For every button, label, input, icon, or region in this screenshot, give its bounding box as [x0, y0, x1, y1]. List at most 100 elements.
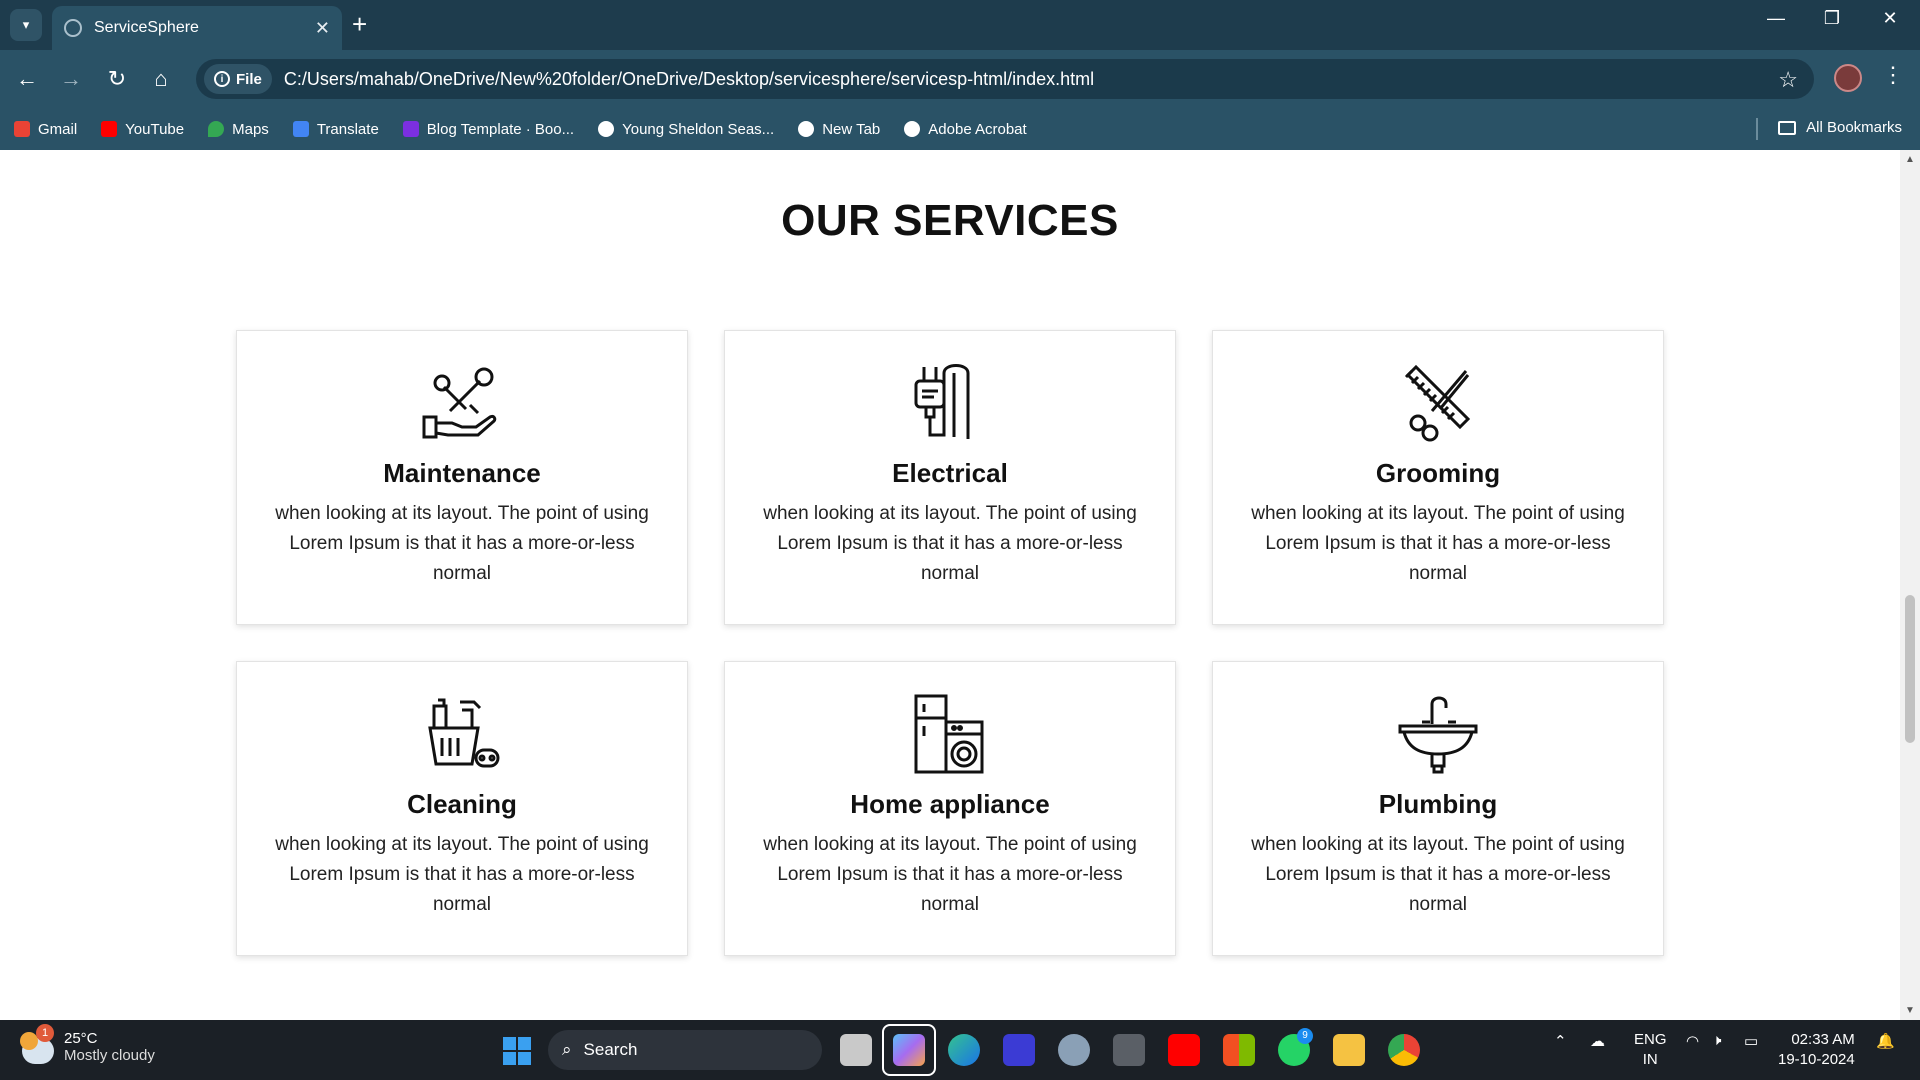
forward-button[interactable]: → [56, 64, 86, 94]
browser-menu-icon[interactable]: ⋮ [1882, 62, 1904, 88]
all-bookmarks-button[interactable]: All Bookmarks [1778, 119, 1902, 136]
weather-badge: 1 [36, 1024, 54, 1042]
show-hidden-icons-icon[interactable]: ⌃ [1554, 1032, 1567, 1050]
search-icon: ⌕ [562, 1040, 572, 1059]
service-title: Electrical [892, 458, 1008, 488]
bookmark-youtube[interactable]: YouTube [101, 121, 184, 138]
clock-time: 02:33 AM [1791, 1031, 1855, 1048]
globe-icon [64, 19, 82, 37]
tab-title: ServiceSphere [94, 19, 199, 36]
weather-widget[interactable]: 1 25°C Mostly cloudy [20, 1024, 155, 1064]
task-view-icon[interactable] [840, 1034, 872, 1066]
services-grid: Maintenance when looking at its layout. … [236, 330, 1664, 956]
file-explorer-icon[interactable] [1333, 1034, 1365, 1066]
bookmark-translate[interactable]: Translate [292, 121, 379, 138]
app-icon[interactable] [1003, 1034, 1035, 1066]
globe-icon [798, 121, 815, 137]
bootstrap-icon [402, 121, 419, 137]
address-bar[interactable]: i File C:/Users/mahab/OneDrive/New%20fol… [196, 59, 1814, 99]
service-card-cleaning[interactable]: Cleaning when looking at its layout. The… [236, 661, 688, 956]
browser-toolbar: ← → ↻ ⌂ i File C:/Users/mahab/OneDrive/N… [0, 50, 1920, 108]
speaker-muted-icon[interactable]: 🕨 [1712, 1032, 1721, 1049]
copilot-icon[interactable] [893, 1034, 925, 1066]
wrench-hand-icon [422, 367, 497, 439]
service-title: Grooming [1375, 458, 1501, 488]
notification-bell-icon[interactable]: 🔔 [1876, 1032, 1895, 1050]
reload-button[interactable]: ↻ [102, 64, 132, 94]
onedrive-cloud-icon[interactable]: ☁ [1590, 1032, 1605, 1050]
whatsapp-badge: 9 [1297, 1028, 1313, 1044]
service-card-plumbing[interactable]: Plumbing when looking at its layout. The… [1212, 661, 1664, 956]
service-title: Cleaning [407, 789, 517, 819]
service-title: Home appliance [850, 789, 1050, 819]
section-title: OUR SERVICES [781, 196, 1119, 245]
service-card-home-appliance[interactable]: Home appliance when looking at its layou… [724, 661, 1176, 956]
info-icon: i [214, 71, 230, 87]
search-label: Search [583, 1040, 638, 1059]
url-text[interactable]: C:/Users/mahab/OneDrive/New%20folder/One… [284, 69, 1094, 90]
scroll-up-arrow-icon[interactable]: ▲ [1905, 154, 1915, 165]
bookmark-maps[interactable]: Maps [208, 121, 269, 138]
close-tab-icon[interactable]: ✕ [315, 18, 330, 39]
youtube-icon[interactable] [1168, 1034, 1200, 1066]
page-scrollbar[interactable]: ▲ ▼ [1900, 150, 1920, 1020]
weather-condition: Mostly cloudy [64, 1047, 155, 1064]
active-tab[interactable]: ServiceSphere ✕ [52, 6, 342, 50]
folder-icon [1778, 120, 1797, 135]
restore-button[interactable]: ❐ [1812, 8, 1852, 29]
profile-avatar[interactable] [1834, 64, 1862, 92]
file-label: File [236, 70, 262, 88]
clock-date: 19-10-2024 [1778, 1051, 1855, 1068]
service-card-electrical[interactable]: Electrical when looking at its layout. T… [724, 330, 1176, 625]
sink-icon [1398, 696, 1478, 774]
bookmark-star-icon[interactable]: ☆ [1778, 67, 1798, 93]
service-card-maintenance[interactable]: Maintenance when looking at its layout. … [236, 330, 688, 625]
start-button[interactable] [503, 1037, 531, 1065]
bookmark-young-sheldon[interactable]: Young Sheldon Seas... [598, 121, 774, 138]
scroll-down-arrow-icon[interactable]: ▼ [1905, 1005, 1915, 1016]
new-tab-button[interactable]: + [352, 10, 367, 38]
close-window-button[interactable]: ✕ [1870, 8, 1910, 29]
service-title: Maintenance [383, 458, 541, 488]
service-title: Plumbing [1378, 789, 1498, 819]
minimize-button[interactable]: — [1756, 8, 1796, 29]
cleaning-bucket-icon [428, 698, 500, 768]
service-card-grooming[interactable]: Grooming when looking at its layout. The… [1212, 330, 1664, 625]
bookmark-adobe-acrobat[interactable]: Adobe Acrobat [904, 121, 1027, 138]
plug-icon [914, 364, 970, 439]
bookmark-new-tab[interactable]: New Tab [798, 121, 880, 138]
chrome-icon[interactable] [1388, 1034, 1420, 1066]
globe-icon [904, 121, 921, 137]
scissors-comb-icon [1404, 364, 1471, 442]
service-description: when looking at its layout. The point of… [275, 503, 649, 584]
home-button[interactable]: ⌂ [146, 64, 176, 94]
back-button[interactable]: ← [12, 64, 42, 94]
youtube-icon [101, 121, 118, 137]
bookmark-gmail[interactable]: Gmail [14, 121, 77, 138]
bookmarks-bar: Gmail YouTube Maps Translate Blog Templa… [0, 108, 1920, 150]
wifi-icon[interactable]: ◠ [1686, 1032, 1699, 1050]
settings-gear-icon[interactable] [1058, 1034, 1090, 1066]
temperature: 25°C [64, 1030, 98, 1047]
service-description: when looking at its layout. The point of… [763, 834, 1137, 915]
service-description: when looking at its layout. The point of… [275, 834, 649, 915]
maps-icon [208, 121, 225, 137]
edge-icon[interactable] [948, 1034, 980, 1066]
input-language[interactable]: ENG IN [1634, 1030, 1667, 1070]
battery-icon[interactable]: ▭ [1744, 1032, 1758, 1050]
windows-taskbar: 1 25°C Mostly cloudy ⌕ Search 9 ⌃ ☁ ENG … [0, 1020, 1920, 1080]
service-description: when looking at its layout. The point of… [1251, 834, 1625, 915]
app-icon[interactable] [1113, 1034, 1145, 1066]
site-info-chip[interactable]: i File [204, 64, 272, 94]
microsoft-store-icon[interactable] [1223, 1034, 1255, 1066]
fridge-washer-icon [914, 694, 984, 774]
system-clock[interactable]: 02:33 AM 19-10-2024 [1778, 1030, 1855, 1070]
scroll-thumb[interactable] [1905, 595, 1915, 743]
translate-icon [292, 121, 309, 137]
tab-search-button[interactable]: ▾ [10, 9, 42, 41]
gmail-icon [14, 121, 30, 137]
reel-icon [598, 121, 615, 137]
bookmark-blog-template[interactable]: Blog Template · Boo... [402, 121, 574, 138]
bookmarks-divider [1756, 118, 1758, 140]
taskbar-search[interactable]: ⌕ Search [548, 1030, 822, 1070]
